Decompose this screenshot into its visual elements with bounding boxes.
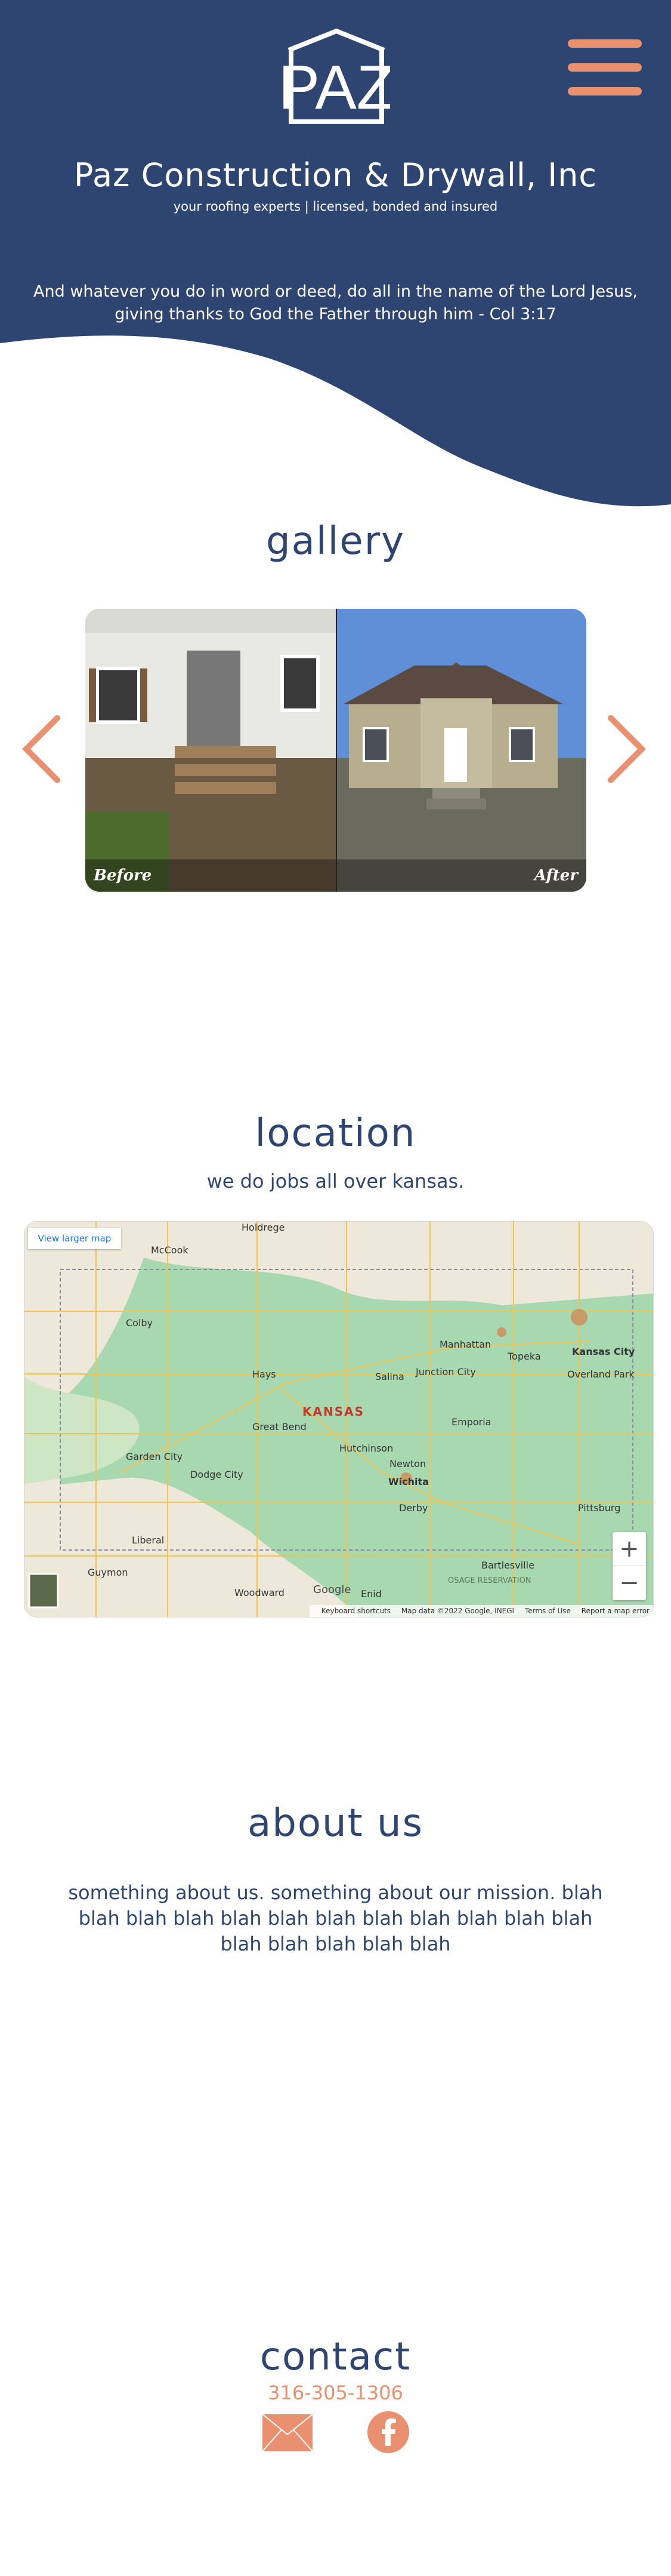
location-subtitle: we do jobs all over kansas. [206, 1170, 465, 1193]
after-photo: After [337, 609, 586, 892]
map-region: OSAGE RESERVATION [448, 1576, 531, 1585]
after-caption: After [534, 867, 578, 885]
map-city: Junction City [416, 1366, 476, 1378]
map-city: Liberal [132, 1534, 165, 1546]
map-state-label: KANSAS [302, 1404, 365, 1419]
company-title: Paz Construction & Drywall, Inc [73, 156, 598, 194]
map-zoom-controls: + − [613, 1532, 646, 1600]
map-city: Holdrege [242, 1222, 285, 1233]
about-heading: about us [248, 1801, 423, 1845]
map-city: Kansas City [572, 1346, 635, 1357]
map-city: Colby [126, 1317, 153, 1329]
map-city: Woodward [234, 1587, 285, 1598]
contact-heading: contact [259, 2335, 412, 2379]
map-city: Manhattan [440, 1339, 491, 1350]
terms-link[interactable]: Terms of Use [525, 1607, 571, 1615]
keyboard-shortcuts-link[interactable]: Keyboard shortcuts [321, 1607, 391, 1615]
menu-button[interactable] [568, 39, 642, 97]
envelope-icon[interactable] [262, 2414, 313, 2452]
map-city: Guymon [88, 1567, 128, 1578]
svg-text:PAZ: PAZ [283, 53, 390, 122]
map-city: Topeka [508, 1351, 541, 1362]
map-city: Wichita [388, 1476, 429, 1487]
google-logo: Google [313, 1583, 351, 1596]
chevron-right-icon[interactable] [602, 713, 650, 785]
paz-logo: PAZ [283, 28, 390, 124]
about-text: something about us. something about our … [68, 1881, 603, 1955]
map-city: Great Bend [252, 1421, 307, 1432]
map-city: Hutchinson [339, 1443, 394, 1454]
map-tiles [24, 1222, 653, 1617]
before-caption: Before [94, 867, 152, 885]
report-error-link[interactable]: Report a map error [582, 1607, 650, 1615]
zoom-in-button[interactable]: + [613, 1532, 646, 1566]
map-city: Bartlesville [481, 1560, 534, 1571]
map-city: Overland Park [567, 1369, 635, 1380]
facebook-icon[interactable] [367, 2411, 409, 2453]
map-city: Dodge City [190, 1469, 243, 1480]
map-city: Pittsburg [578, 1502, 621, 1514]
chevron-left-icon[interactable] [18, 713, 66, 785]
map-city: Derby [399, 1502, 428, 1514]
zoom-out-button[interactable]: − [613, 1566, 646, 1600]
map-city: Emporia [452, 1416, 491, 1428]
location-heading: location [255, 1111, 416, 1155]
hero-banner: PAZ Paz Construction & Drywall, Inc your… [0, 0, 671, 513]
company-tagline: your roofing experts | licensed, bonded … [173, 199, 498, 214]
map-city: McCook [151, 1244, 188, 1256]
map-city: Garden City [126, 1451, 183, 1462]
gallery-slide[interactable]: Before After [85, 609, 586, 892]
map-data-credit: Map data ©2022 Google, INEGI [401, 1607, 515, 1615]
before-photo: Before [85, 609, 336, 892]
phone-number[interactable]: 316-305-1306 [0, 2381, 671, 2404]
map-city: Hays [252, 1369, 276, 1380]
map-city: Salina [375, 1371, 404, 1382]
scripture-verse: And whatever you do in word or deed, do … [33, 282, 638, 323]
map-city: Enid [361, 1588, 382, 1600]
map-city: Newton [389, 1458, 426, 1469]
view-larger-map-link[interactable]: View larger map [28, 1228, 121, 1249]
gallery-heading: gallery [266, 519, 405, 563]
map-footer: Keyboard shortcuts Map data ©2022 Google… [309, 1605, 653, 1617]
google-map[interactable]: Holdrege McCook Colby Hays Manhattan Top… [24, 1221, 654, 1617]
satellite-toggle [28, 1573, 59, 1609]
